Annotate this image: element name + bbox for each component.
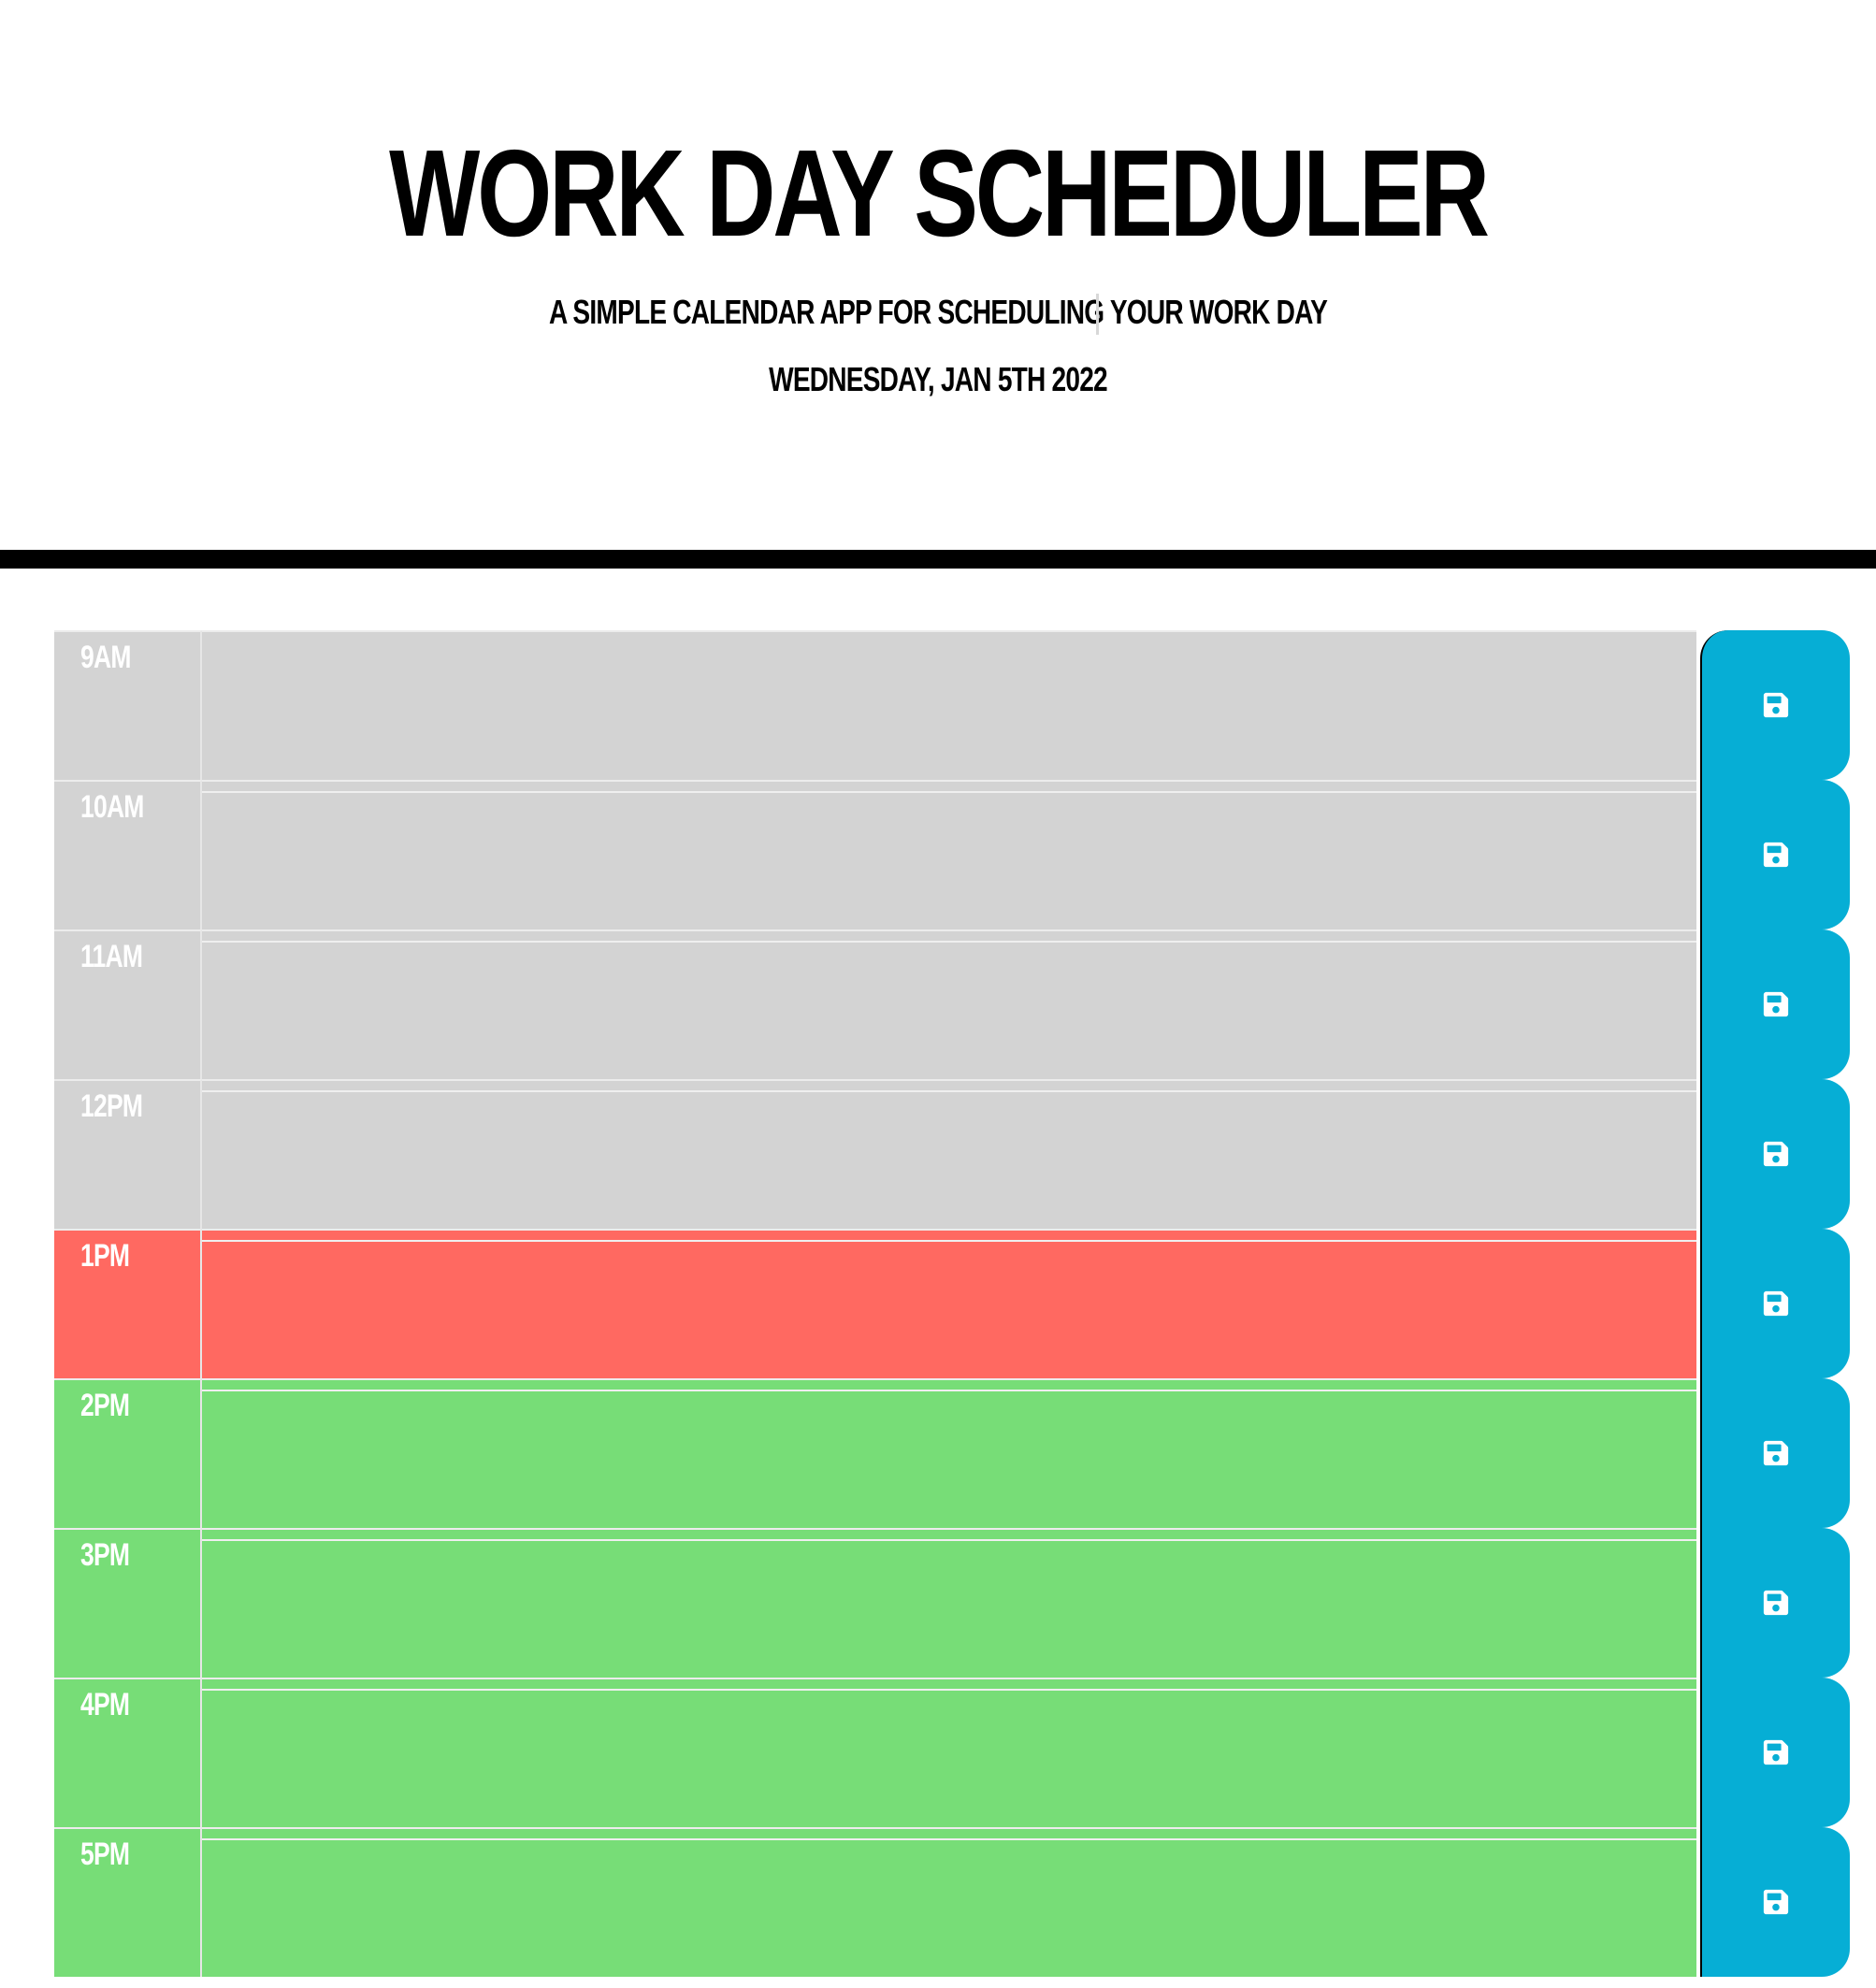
- text-cursor: [1096, 294, 1099, 335]
- save-icon: [1763, 692, 1789, 718]
- timeblock-row: 9AM: [54, 630, 1850, 780]
- timeblock-row: 10AM: [54, 780, 1850, 929]
- current-day: Wednesday, Jan 5th 2022: [769, 360, 1108, 398]
- description-input[interactable]: [202, 1079, 1696, 1229]
- save-button[interactable]: [1700, 1378, 1850, 1528]
- save-button[interactable]: [1700, 1678, 1850, 1827]
- timeblock-row: 1PM: [54, 1229, 1850, 1378]
- timeblock-row: 2PM: [54, 1378, 1850, 1528]
- hour-label: 4PM: [54, 1678, 202, 1827]
- description-input[interactable]: [202, 780, 1696, 929]
- save-icon: [1763, 1889, 1789, 1915]
- save-icon: [1763, 1440, 1789, 1466]
- description-input[interactable]: [202, 630, 1696, 780]
- hour-label: 11AM: [54, 929, 202, 1079]
- timeblock-row: 5PM: [54, 1827, 1850, 1977]
- save-icon: [1763, 1739, 1789, 1765]
- description-input[interactable]: [202, 1827, 1696, 1977]
- hour-label: 5PM: [54, 1827, 202, 1977]
- save-button[interactable]: [1700, 1229, 1850, 1378]
- save-icon: [1763, 991, 1789, 1017]
- hour-label: 12PM: [54, 1079, 202, 1229]
- timeblock-row: 11AM: [54, 929, 1850, 1079]
- hour-label: 2PM: [54, 1378, 202, 1528]
- header: Work Day Scheduler A simple calendar app…: [0, 0, 1876, 569]
- description-input[interactable]: [202, 929, 1696, 1079]
- hour-label: 3PM: [54, 1528, 202, 1678]
- hour-label: 10AM: [54, 780, 202, 929]
- save-icon: [1763, 1290, 1789, 1317]
- page-title: Work Day Scheduler: [389, 124, 1490, 262]
- timeblock-row: 3PM: [54, 1528, 1850, 1678]
- save-button[interactable]: [1700, 1528, 1850, 1678]
- description-input[interactable]: [202, 1378, 1696, 1528]
- save-button[interactable]: [1700, 929, 1850, 1079]
- description-input[interactable]: [202, 1229, 1696, 1378]
- timeblock-row: 12PM: [54, 1079, 1850, 1229]
- save-button[interactable]: [1700, 1079, 1850, 1229]
- page-subtitle: A simple calendar app for scheduling you…: [548, 293, 1328, 331]
- save-button[interactable]: [1700, 780, 1850, 929]
- timeblock-container: 9AM 10AM 11AM 12PM 1PM 2PM 3PM 4PM 5PM: [54, 630, 1850, 1977]
- description-input[interactable]: [202, 1678, 1696, 1827]
- save-icon: [1763, 842, 1789, 868]
- save-icon: [1763, 1141, 1789, 1167]
- save-button[interactable]: [1700, 1827, 1850, 1977]
- timeblock-row: 4PM: [54, 1678, 1850, 1827]
- hour-label: 1PM: [54, 1229, 202, 1378]
- description-input[interactable]: [202, 1528, 1696, 1678]
- hour-label: 9AM: [54, 630, 202, 780]
- save-icon: [1763, 1590, 1789, 1616]
- save-button[interactable]: [1700, 630, 1850, 780]
